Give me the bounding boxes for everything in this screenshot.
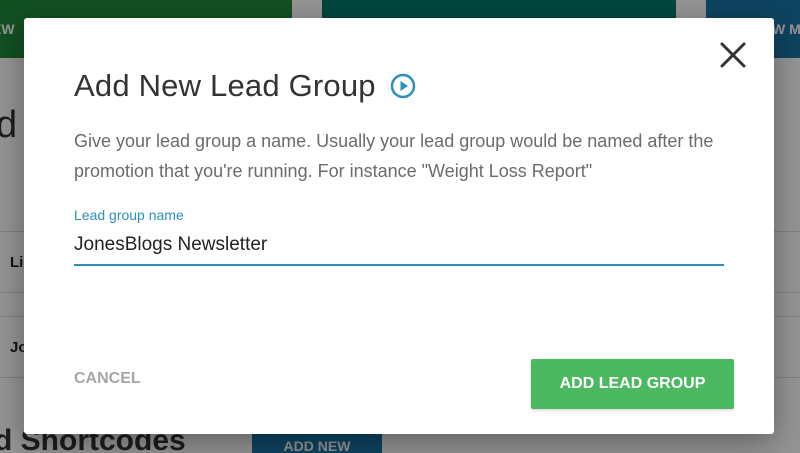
play-video-button[interactable] xyxy=(390,73,416,99)
add-lead-group-button[interactable]: ADD LEAD GROUP xyxy=(531,359,734,409)
dialog-title: Add New Lead Group xyxy=(74,68,376,103)
lead-group-name-input[interactable] xyxy=(74,226,724,266)
close-button[interactable] xyxy=(718,40,748,70)
close-icon xyxy=(720,42,746,68)
dialog-header: Add New Lead Group xyxy=(74,68,416,104)
dialog-description: Give your lead group a name. Usually you… xyxy=(74,131,714,181)
lead-group-name-label: Lead group name xyxy=(74,207,184,223)
cancel-button[interactable]: CANCEL xyxy=(74,370,141,388)
add-lead-group-dialog: Add New Lead Group Give your lead group … xyxy=(24,18,774,434)
play-circle-icon xyxy=(390,73,415,99)
